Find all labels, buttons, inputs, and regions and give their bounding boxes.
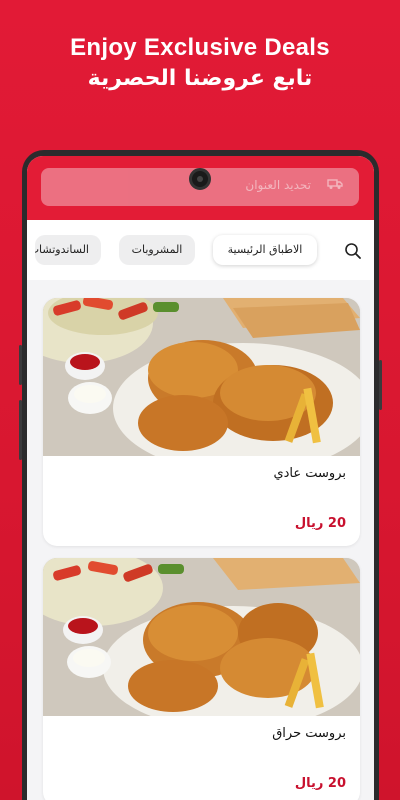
phone-side-button bbox=[379, 360, 382, 410]
tab-drinks[interactable]: المشروبات bbox=[119, 235, 195, 265]
product-list: بروست عادي 20 ريال بروست حراق 20 ريال bbox=[27, 280, 374, 800]
front-camera bbox=[189, 168, 211, 190]
address-label: تحديد العنوان bbox=[245, 178, 311, 192]
delivery-icon bbox=[327, 178, 343, 194]
app-screen: تحديد العنوان الاطباق الرئيسية المشروبات… bbox=[27, 156, 374, 800]
product-image bbox=[43, 298, 360, 456]
phone-frame: تحديد العنوان الاطباق الرئيسية المشروبات… bbox=[19, 150, 382, 800]
phone-side-button bbox=[19, 400, 22, 460]
product-name: بروست حراق bbox=[272, 726, 346, 741]
product-price: 20 ريال bbox=[294, 516, 346, 531]
product-card[interactable]: بروست حراق 20 ريال bbox=[43, 558, 360, 800]
app-header: تحديد العنوان bbox=[27, 156, 374, 220]
promo-title: Enjoy Exclusive Deals bbox=[70, 34, 330, 61]
search-icon[interactable] bbox=[344, 242, 362, 260]
promo-subtitle: تابع عروضنا الحصرية bbox=[87, 66, 313, 91]
tab-sandwiches[interactable]: الساندوتشات bbox=[35, 235, 101, 265]
tab-main-dishes[interactable]: الاطباق الرئيسية bbox=[213, 235, 317, 265]
product-image bbox=[43, 558, 360, 716]
product-price: 20 ريال bbox=[294, 776, 346, 791]
product-card[interactable]: بروست عادي 20 ريال bbox=[43, 298, 360, 546]
product-name: بروست عادي bbox=[273, 466, 346, 481]
phone-side-button bbox=[19, 345, 22, 385]
promo-banner: Enjoy Exclusive Deals تابع عروضنا الحصري… bbox=[0, 0, 400, 150]
category-tabs: الاطباق الرئيسية المشروبات الساندوتشات bbox=[27, 220, 374, 280]
